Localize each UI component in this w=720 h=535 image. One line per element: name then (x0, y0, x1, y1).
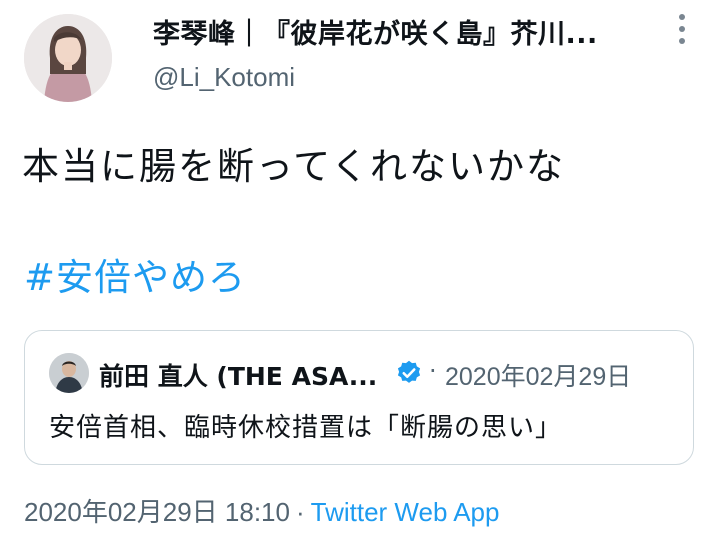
quoted-author-name[interactable]: 前田 直人 (THE ASA... (99, 357, 377, 393)
author-avatar[interactable] (24, 14, 112, 102)
quoted-tweet-card[interactable]: 前田 直人 (THE ASA... · 2020年02月29日 安倍首相、臨時休… (24, 330, 694, 465)
author-handle[interactable]: @Li_Kotomi (153, 62, 295, 93)
quoted-author-avatar[interactable] (49, 353, 89, 393)
more-dot (679, 38, 685, 44)
verified-badge-icon (397, 360, 421, 383)
tweet-timestamp[interactable]: 2020年02月29日 18:10 (24, 497, 290, 527)
more-dot (679, 26, 685, 32)
author-name[interactable]: 李琴峰｜『彼岸花が咲く島』芥川... (153, 12, 598, 51)
quoted-text: 安倍首相、臨時休校措置は「断腸の思い」 (49, 413, 563, 443)
quoted-date[interactable]: 2020年02月29日 (445, 357, 631, 393)
hashtag-link[interactable]: #安倍やめろ (24, 247, 246, 301)
tweet-source-link[interactable]: Twitter Web App (311, 497, 500, 527)
tweet-meta: 2020年02月29日 18:10 · Twitter Web App (24, 492, 499, 529)
more-dot (679, 14, 685, 20)
quoted-avatar-image (49, 353, 89, 393)
author-avatar-image (24, 14, 112, 102)
tweet-text: 本当に腸を断ってくれないかな (22, 145, 566, 188)
more-vertical-icon[interactable] (672, 14, 692, 44)
meta-separator: · (295, 497, 305, 527)
quoted-separator: · (429, 357, 437, 385)
